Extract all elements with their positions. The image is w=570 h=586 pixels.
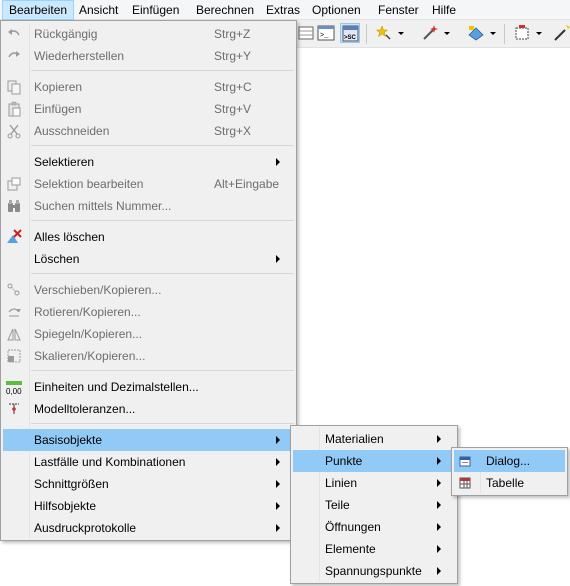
copy-icon (6, 79, 22, 95)
toolbar-separator (504, 24, 505, 44)
paste-icon (6, 101, 22, 117)
console-icon[interactable]: >_ (316, 23, 336, 43)
menu-fenster[interactable]: Fenster (371, 0, 426, 20)
menu-item-move-copy[interactable]: Verschieben/Kopieren... (3, 279, 294, 301)
menu-optionen[interactable]: Optionen (305, 0, 368, 20)
paint-icon[interactable] (466, 23, 486, 43)
submenu-arrow-icon (276, 524, 280, 532)
edit-menu: Rückgängig Strg+Z Wiederherstellen Strg+… (0, 20, 297, 541)
points-submenu: Dialog... Tabelle (451, 447, 568, 496)
menu-item-scale-copy[interactable]: Skalieren/Kopieren... (3, 345, 294, 367)
menu-ansicht[interactable]: Ansicht (72, 0, 125, 20)
menu-item-undo[interactable]: Rückgängig Strg+Z (3, 23, 294, 45)
move-icon (6, 282, 22, 298)
submenu-arrow-icon (437, 435, 441, 443)
menu-separator (31, 70, 294, 71)
menu-item-points[interactable]: Punkte (293, 450, 455, 472)
menu-separator (31, 145, 294, 146)
menu-item-copy[interactable]: Kopieren Strg+C (3, 76, 294, 98)
submenu-arrow-icon (437, 501, 441, 509)
menu-item-select[interactable]: Selektieren (3, 151, 294, 173)
menu-separator (31, 423, 294, 424)
submenu-arrow-icon (437, 523, 441, 531)
menu-item-delete-all[interactable]: Alles löschen (3, 226, 294, 248)
toolbar-separator (366, 24, 367, 44)
submenu-arrow-icon (437, 457, 441, 465)
submenu-arrow-icon (276, 480, 280, 488)
chevron-down-icon[interactable] (396, 24, 406, 42)
menu-item-openings[interactable]: Öffnungen (293, 516, 455, 538)
menu-separator (31, 370, 294, 371)
chevron-down-icon[interactable] (488, 24, 498, 42)
menu-item-redo[interactable]: Wiederherstellen Strg+Y (3, 45, 294, 67)
menu-hilfe[interactable]: Hilfe (425, 0, 463, 20)
scale-icon (6, 348, 22, 364)
menu-item-table[interactable]: Tabelle (454, 472, 565, 494)
undo-icon (6, 26, 22, 42)
menu-item-load-cases[interactable]: Lastfälle und Kombinationen (3, 451, 294, 473)
svg-text:>SC: >SC (344, 35, 357, 41)
toolbar: >_ >SC (296, 20, 570, 48)
menu-item-edit-selection[interactable]: Selektion bearbeiten Alt+Eingabe (3, 173, 294, 195)
menu-item-base-objects[interactable]: Basisobjekte (3, 429, 294, 451)
script-icon[interactable]: >SC (340, 23, 360, 43)
menu-item-paste[interactable]: Einfügen Strg+V (3, 98, 294, 120)
svg-text:>_: >_ (320, 32, 329, 40)
menu-bar: Bearbeiten Ansicht Einfügen Berechnen Ex… (0, 0, 570, 20)
menu-extras[interactable]: Extras (259, 0, 307, 20)
menu-berechnen[interactable]: Berechnen (189, 0, 261, 20)
chevron-down-icon[interactable] (442, 24, 452, 42)
wand-star-icon[interactable] (374, 23, 394, 43)
submenu-arrow-icon (437, 545, 441, 553)
base-objects-submenu: Materialien Punkte Linien Teile Öffnunge… (290, 425, 458, 584)
menu-einfuegen[interactable]: Einfügen (125, 0, 186, 20)
menu-item-rotate-copy[interactable]: Rotieren/Kopieren... (3, 301, 294, 323)
submenu-arrow-icon (276, 458, 280, 466)
menu-item-model-tolerances[interactable]: Modelltoleranzen... (3, 398, 294, 420)
units-icon: 0,00 (6, 379, 22, 395)
menu-item-cut[interactable]: Ausschneiden Strg+X (3, 120, 294, 142)
submenu-arrow-icon (437, 567, 441, 575)
submenu-arrow-icon (276, 255, 280, 263)
svg-text:0,00: 0,00 (6, 387, 22, 395)
menu-separator (31, 220, 294, 221)
magic-wand-icon[interactable] (420, 23, 440, 43)
menu-bearbeiten[interactable]: Bearbeiten (2, 0, 75, 20)
menu-item-mirror-copy[interactable]: Spiegeln/Kopieren... (3, 323, 294, 345)
menu-item-internal-forces[interactable]: Schnittgrößen (3, 473, 294, 495)
redo-icon (6, 48, 22, 64)
edit-selection-icon (6, 176, 22, 192)
menu-item-stress-points[interactable]: Spannungspunkte (293, 560, 455, 582)
menu-item-elements[interactable]: Elemente (293, 538, 455, 560)
cut-icon (6, 123, 22, 139)
toolbar-grid-icon[interactable] (296, 23, 316, 43)
menu-item-dialog[interactable]: Dialog... (454, 450, 565, 472)
chevron-down-icon[interactable] (534, 24, 544, 42)
rotate-icon (6, 304, 22, 320)
menu-item-units-decimals[interactable]: 0,00 Einheiten und Dezimalstellen... (3, 376, 294, 398)
delete-all-icon (6, 229, 22, 245)
frame-icon[interactable] (512, 23, 532, 43)
menu-item-parts[interactable]: Teile (293, 494, 455, 516)
menu-item-find-by-number[interactable]: Suchen mittels Nummer... (3, 195, 294, 217)
wand-icon[interactable] (552, 23, 570, 43)
submenu-arrow-icon (276, 436, 280, 444)
menu-item-printout-reports[interactable]: Ausdruckprotokolle (3, 517, 294, 539)
submenu-arrow-icon (276, 158, 280, 166)
tolerance-icon (6, 401, 22, 417)
submenu-arrow-icon (276, 502, 280, 510)
menu-item-delete[interactable]: Löschen (3, 248, 294, 270)
menu-item-lines[interactable]: Linien (293, 472, 455, 494)
menu-item-materials[interactable]: Materialien (293, 428, 455, 450)
mirror-icon (6, 326, 22, 342)
dialog-icon (457, 453, 473, 469)
table-icon (457, 475, 473, 491)
submenu-arrow-icon (437, 479, 441, 487)
menu-item-helper-objects[interactable]: Hilfsobjekte (3, 495, 294, 517)
menu-separator (31, 273, 294, 274)
binoculars-icon (6, 198, 22, 214)
